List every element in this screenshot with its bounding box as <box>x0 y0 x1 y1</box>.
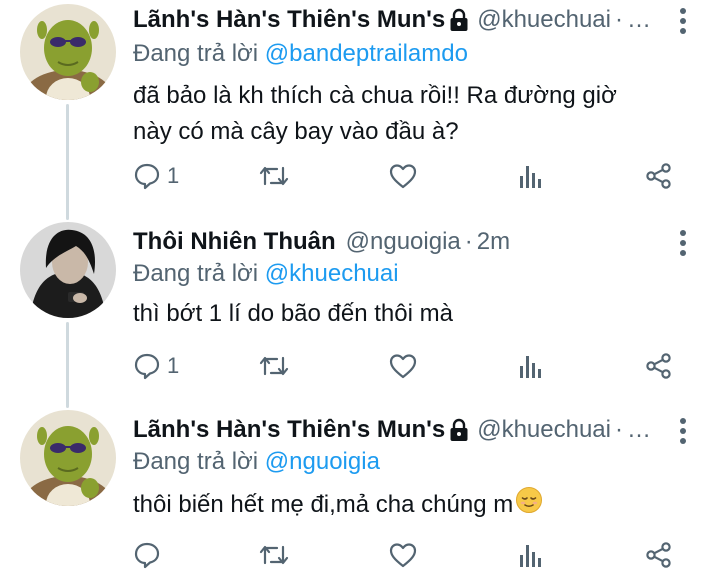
replying-label: Đang trả lời <box>133 40 259 67</box>
speech-bubble-icon <box>133 541 161 569</box>
share-button[interactable] <box>645 158 673 194</box>
tweet[interactable]: Lãnh's Hàn's Thiên's Mun's @khuechuai · … <box>0 410 720 576</box>
lock-icon <box>449 418 469 442</box>
lock-icon <box>449 8 469 32</box>
vertical-dots-icon[interactable] <box>680 8 686 34</box>
tweet-text: thôi biến hết mẹ đi,mả cha chúng m <box>133 486 673 525</box>
like-button[interactable] <box>388 158 418 194</box>
separator-dot: · <box>464 228 473 255</box>
heart-icon <box>388 352 418 380</box>
replying-to: Đang trả lời @bandeptrailamdo <box>133 40 468 68</box>
share-icon <box>645 541 673 569</box>
tweet-text-line: thôi biến hết mẹ đi,mả cha chúng m <box>133 486 673 525</box>
reply-count: 1 <box>167 353 180 378</box>
mention-link[interactable]: @khuechuai <box>265 260 399 287</box>
tweet-text-content: thôi biến hết mẹ đi,mả cha chúng m <box>133 490 514 518</box>
speech-bubble-icon <box>133 352 161 380</box>
tweet[interactable]: Thôi Nhiên Thuân @nguoigia · 2m Đang trả… <box>0 222 720 402</box>
share-button[interactable] <box>645 537 673 573</box>
timestamp[interactable]: … <box>627 416 651 444</box>
action-bar: 1 <box>0 158 720 194</box>
tweet-text-line: đã bảo là kh thích cà chua rồi!! Ra đườn… <box>133 82 617 109</box>
replying-to: Đang trả lời @nguoigia <box>133 448 380 476</box>
display-name[interactable]: Thôi Nhiên Thuân <box>133 228 336 256</box>
tweet-text: thì bớt 1 lí do bão đến thôi mà <box>133 296 673 332</box>
display-name[interactable]: Lãnh's Hàn's Thiên's Mun's <box>133 416 445 444</box>
timestamp[interactable]: 2m <box>477 228 510 256</box>
handle[interactable]: @khuechuai <box>477 6 611 34</box>
tweet-text-line: thì bớt 1 lí do bão đến thôi mà <box>133 300 453 327</box>
reply-button[interactable] <box>133 537 161 573</box>
views-button[interactable] <box>518 348 544 384</box>
handle[interactable]: @nguoigia <box>346 228 461 256</box>
separator-dot: · <box>614 6 623 33</box>
bar-chart-icon <box>518 162 544 190</box>
display-name[interactable]: Lãnh's Hàn's Thiên's Mun's <box>133 6 445 34</box>
replying-label: Đang trả lời <box>133 260 259 287</box>
bar-chart-icon <box>518 541 544 569</box>
avatar[interactable] <box>20 410 116 506</box>
vertical-dots-icon[interactable] <box>680 230 686 256</box>
tweet-text: đã bảo là kh thích cà chua rồi!! Ra đườn… <box>133 78 673 150</box>
vertical-dots-icon[interactable] <box>680 418 686 444</box>
relieved-face-emoji <box>515 486 543 525</box>
action-bar: 1 <box>0 348 720 384</box>
like-button[interactable] <box>388 537 418 573</box>
retweet-icon <box>258 541 290 569</box>
timestamp[interactable]: … <box>627 6 651 34</box>
retweet-button[interactable] <box>258 537 290 573</box>
retweet-icon <box>258 352 290 380</box>
tweet[interactable]: Lãnh's Hàn's Thiên's Mun's @khuechuai · … <box>0 0 720 200</box>
retweet-button[interactable] <box>258 348 290 384</box>
share-icon <box>645 162 673 190</box>
reply-button[interactable]: 1 <box>133 348 179 384</box>
like-button[interactable] <box>388 348 418 384</box>
reply-count: 1 <box>167 163 180 188</box>
heart-icon <box>388 541 418 569</box>
tweet-text-line: này có mà cây bay vào đầu à? <box>133 118 459 145</box>
mention-link[interactable]: @nguoigia <box>265 448 380 475</box>
separator-dot: · <box>614 416 623 443</box>
avatar[interactable] <box>20 4 116 100</box>
views-button[interactable] <box>518 537 544 573</box>
retweet-button[interactable] <box>258 158 290 194</box>
replying-label: Đang trả lời <box>133 448 259 475</box>
share-button[interactable] <box>645 348 673 384</box>
action-bar <box>0 537 720 573</box>
reply-button[interactable]: 1 <box>133 158 179 194</box>
speech-bubble-icon <box>133 162 161 190</box>
mention-link[interactable]: @bandeptrailamdo <box>265 40 468 67</box>
views-button[interactable] <box>518 158 544 194</box>
bar-chart-icon <box>518 352 544 380</box>
retweet-icon <box>258 162 290 190</box>
handle[interactable]: @khuechuai <box>477 416 611 444</box>
avatar[interactable] <box>20 222 116 318</box>
heart-icon <box>388 162 418 190</box>
replying-to: Đang trả lời @khuechuai <box>133 260 399 288</box>
share-icon <box>645 352 673 380</box>
